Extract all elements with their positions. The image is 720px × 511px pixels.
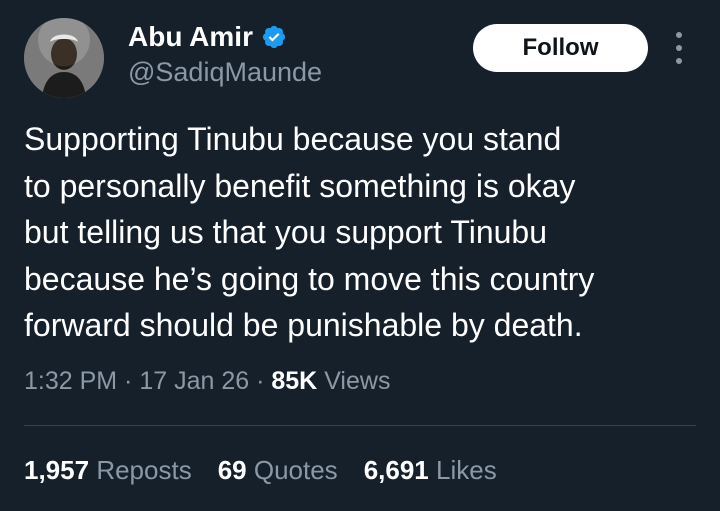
tweet-time[interactable]: 1:32 PM [24,367,117,395]
meta-separator: · [117,367,140,395]
views-label: Views [324,367,391,395]
stat-label: Likes [436,455,497,485]
verified-badge-icon[interactable] [261,24,287,50]
stat-count: 69 [217,455,247,485]
tweet-meta: 1:32 PM · 17 Jan 26 · 85K Views [24,364,390,398]
dot-icon [676,45,682,51]
divider [24,425,696,426]
author-name-row: Abu Amir [128,20,287,54]
stat-label: Reposts [96,455,192,485]
stat-count: 6,691 [363,455,429,485]
more-vertical-icon[interactable] [667,32,691,64]
tweet-text: Supporting Tinubu because you stand to p… [24,121,595,343]
meta-separator: · [249,367,272,395]
dot-icon [676,58,682,64]
profile-photo [24,18,104,98]
tweet-date[interactable]: 17 Jan 26 [139,367,249,395]
author-handle[interactable]: @SadiqMaunde [128,56,322,88]
stat-count: 1,957 [24,455,90,485]
dot-icon [676,32,682,38]
author-display-name[interactable]: Abu Amir [128,20,253,54]
follow-button[interactable]: Follow [473,24,648,72]
quotes-stat[interactable]: 69 Quotes [218,453,338,487]
views-count: 85K [271,367,318,395]
avatar[interactable] [24,18,104,98]
likes-stat[interactable]: 6,691 Likes [364,453,497,487]
reposts-stat[interactable]: 1,957 Reposts [24,453,192,487]
engagement-stats: 1,957 Reposts 69 Quotes 6,691 Likes [24,453,497,487]
stat-label: Quotes [253,455,338,485]
